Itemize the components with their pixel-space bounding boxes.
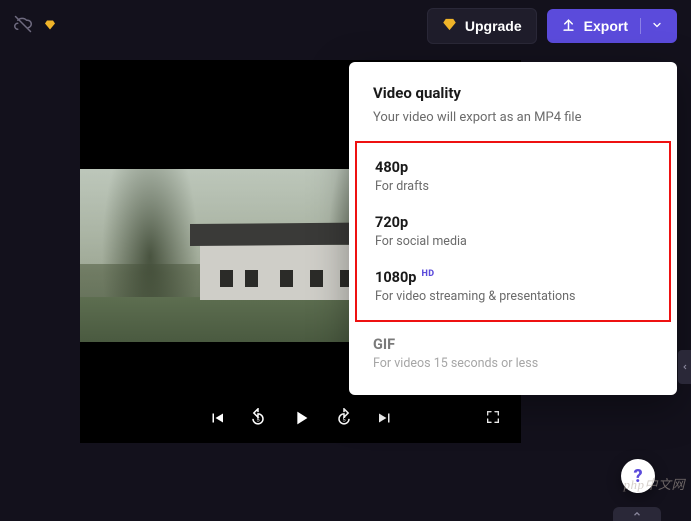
player-controls: 5 5 [80, 407, 521, 429]
forward-5-button[interactable]: 5 [334, 408, 354, 428]
export-label: Export [584, 18, 628, 34]
quality-label: 480p [375, 159, 651, 176]
cloud-off-icon [14, 15, 32, 37]
quality-option-1080p[interactable]: 1080p HD For video streaming & presentat… [357, 259, 669, 314]
rewind-5-button[interactable]: 5 [248, 408, 268, 428]
topbar: Upgrade Export [0, 0, 691, 52]
quality-sub: For drafts [375, 179, 651, 194]
topbar-left [14, 15, 56, 37]
svg-text:5: 5 [256, 417, 260, 423]
upload-icon [561, 17, 576, 35]
quality-label: 1080p HD [375, 269, 651, 286]
fullscreen-button[interactable] [485, 409, 501, 429]
topbar-right: Upgrade Export [427, 8, 677, 44]
dropdown-subtitle: Your video will export as an MP4 file [373, 110, 653, 125]
watermark: php中文网 [623, 474, 685, 493]
quality-option-gif[interactable]: GIF For videos 15 seconds or less [349, 322, 677, 379]
upgrade-button[interactable]: Upgrade [427, 8, 537, 44]
quality-sub: For video streaming & presentations [375, 289, 651, 304]
upgrade-label: Upgrade [465, 18, 522, 34]
hd-badge: HD [421, 269, 434, 279]
dropdown-title: Video quality [373, 84, 653, 102]
skip-start-button[interactable] [208, 409, 226, 427]
quality-option-720p[interactable]: 720p For social media [357, 204, 669, 259]
side-panel-collapse[interactable] [678, 350, 691, 384]
quality-options-highlight: 480p For drafts 720p For social media 10… [355, 141, 671, 322]
svg-text:5: 5 [342, 417, 346, 423]
quality-sub: For social media [375, 234, 651, 249]
gif-sub: For videos 15 seconds or less [373, 356, 653, 371]
quality-option-480p[interactable]: 480p For drafts [357, 149, 669, 204]
timeline-collapse[interactable] [613, 507, 661, 521]
quality-label: 720p [375, 214, 651, 231]
skip-end-button[interactable] [376, 409, 394, 427]
dropdown-header: Video quality Your video will export as … [349, 84, 677, 141]
play-button[interactable] [290, 407, 312, 429]
premium-diamond-icon [44, 19, 56, 34]
gif-label: GIF [373, 336, 653, 353]
export-quality-dropdown: Video quality Your video will export as … [349, 62, 677, 395]
chevron-down-icon [640, 18, 663, 34]
diamond-icon [442, 17, 457, 35]
export-button[interactable]: Export [547, 9, 677, 43]
